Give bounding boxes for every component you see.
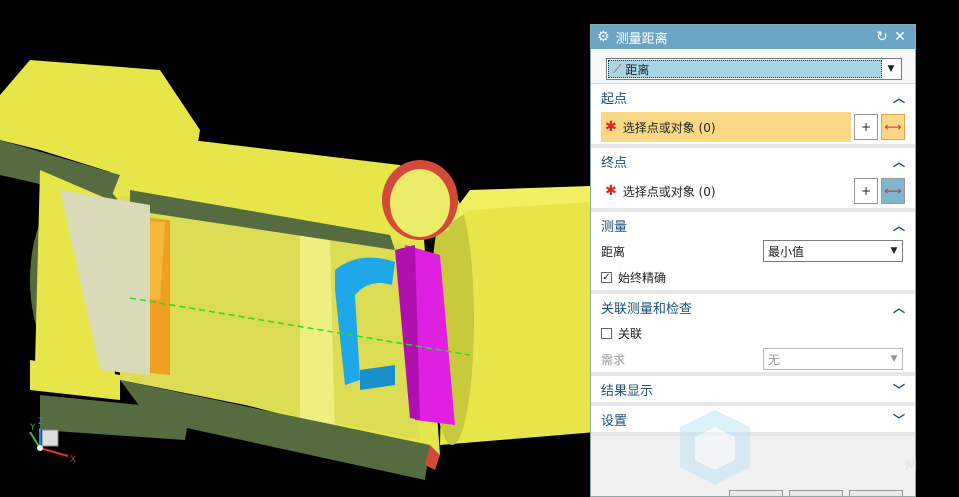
section-end-title: 终点: [601, 155, 628, 171]
distance-value: 最小值: [768, 244, 805, 259]
section-end: 终点 ︿ ✱ 选择点或对象 (0) + ⟷: [591, 148, 915, 212]
type-dropdown[interactable]: ⟋ 距离 ▼: [606, 58, 902, 80]
need-dropdown: 无 ▼: [763, 348, 903, 370]
dialog-title: 测量距离: [615, 31, 668, 47]
section-result: 结果显示 ﹀: [591, 376, 915, 406]
need-label: 需求: [601, 352, 626, 367]
axis-label-x: X: [70, 455, 76, 465]
point-dialog-button[interactable]: +: [854, 178, 878, 204]
section-assoc-header[interactable]: 关联测量和检查 ︿: [591, 294, 915, 320]
ok-button[interactable]: [729, 490, 783, 496]
type-value: 距离: [625, 62, 650, 77]
always-exact-label: 始终精确: [618, 270, 667, 285]
section-result-header[interactable]: 结果显示 ﹀: [591, 376, 915, 402]
section-measure-header[interactable]: 测量 ︿: [591, 212, 915, 238]
end-select-field[interactable]: ✱ 选择点或对象 (0): [601, 176, 851, 206]
ruler-icon: ⟋: [613, 61, 622, 76]
section-assoc-title: 关联测量和检查: [601, 301, 693, 317]
apply-button[interactable]: [789, 490, 843, 496]
chevron-up-icon: ︿: [892, 218, 905, 233]
dimension-icon: ⟷: [884, 120, 902, 134]
section-end-header[interactable]: 终点 ︿: [591, 148, 915, 174]
start-select-field[interactable]: ✱ 选择点或对象 (0): [601, 112, 851, 142]
chevron-down-icon: ﹀: [892, 412, 905, 427]
axis-label-y: Y: [29, 423, 36, 433]
required-icon: ✱: [605, 183, 617, 199]
section-measure-title: 测量: [601, 219, 628, 235]
section-start-title: 起点: [601, 91, 628, 107]
type-row: ⟋ 距离 ▼: [591, 49, 915, 84]
chevron-down-icon: ▼: [890, 354, 898, 364]
section-settings-header[interactable]: 设置 ﹀: [591, 406, 915, 432]
assoc-checkbox[interactable]: [601, 327, 612, 339]
chevron-down-icon: ▼: [890, 246, 898, 256]
always-exact-checkbox[interactable]: ✓: [601, 271, 612, 283]
distance-dropdown[interactable]: 最小值 ▼: [763, 240, 903, 262]
section-assoc: 关联测量和检查 ︿ 关联 需求 无 ▼: [591, 294, 915, 376]
chevron-down-icon: ▼: [887, 64, 895, 74]
axis-label-z: Z: [38, 417, 44, 427]
gear-icon: ⚙: [597, 29, 610, 45]
distance-label: 距离: [601, 244, 626, 259]
start-select-label: 选择点或对象 (0): [622, 120, 716, 135]
snap-point-button[interactable]: ⟷: [881, 114, 905, 140]
point-dialog-button[interactable]: +: [854, 114, 878, 140]
section-settings-title: 设置: [601, 413, 628, 429]
section-result-title: 结果显示: [601, 383, 654, 399]
section-start: 起点 ︿ ✱ 选择点或对象 (0) + ⟷: [591, 84, 915, 148]
section-settings: 设置 ﹀: [591, 406, 915, 436]
section-measure: 测量 ︿ 距离 最小值 ▼ ✓ 始终精确: [591, 212, 915, 294]
end-select-label: 选择点或对象 (0): [622, 184, 716, 199]
cancel-button[interactable]: [849, 490, 903, 496]
snap-point-button[interactable]: ⟷: [881, 178, 905, 204]
chevron-down-icon: ﹀: [892, 382, 905, 397]
need-value: 无: [768, 352, 781, 367]
section-start-header[interactable]: 起点 ︿: [591, 84, 915, 110]
chevron-up-icon: ︿: [892, 90, 905, 105]
dialog-titlebar: ⚙ 测量距离 ↻ ✕: [591, 25, 915, 49]
chevron-up-icon: ︿: [892, 154, 905, 169]
reset-icon[interactable]: ↻: [873, 29, 891, 45]
measure-distance-dialog: ⚙ 测量距离 ↻ ✕ ⟋ 距离 ▼ 起点 ︿ ✱ 选择点或对象 (0) + ⟷: [590, 24, 916, 497]
close-icon[interactable]: ✕: [891, 29, 909, 45]
point-plus-icon: +: [860, 120, 872, 134]
assoc-label: 关联: [618, 326, 643, 341]
chevron-up-icon: ︿: [892, 300, 905, 315]
point-plus-icon: +: [860, 184, 872, 198]
dimension-icon: ⟷: [884, 184, 902, 198]
dialog-footer-buttons: [729, 490, 909, 496]
required-icon: ✱: [605, 119, 617, 135]
